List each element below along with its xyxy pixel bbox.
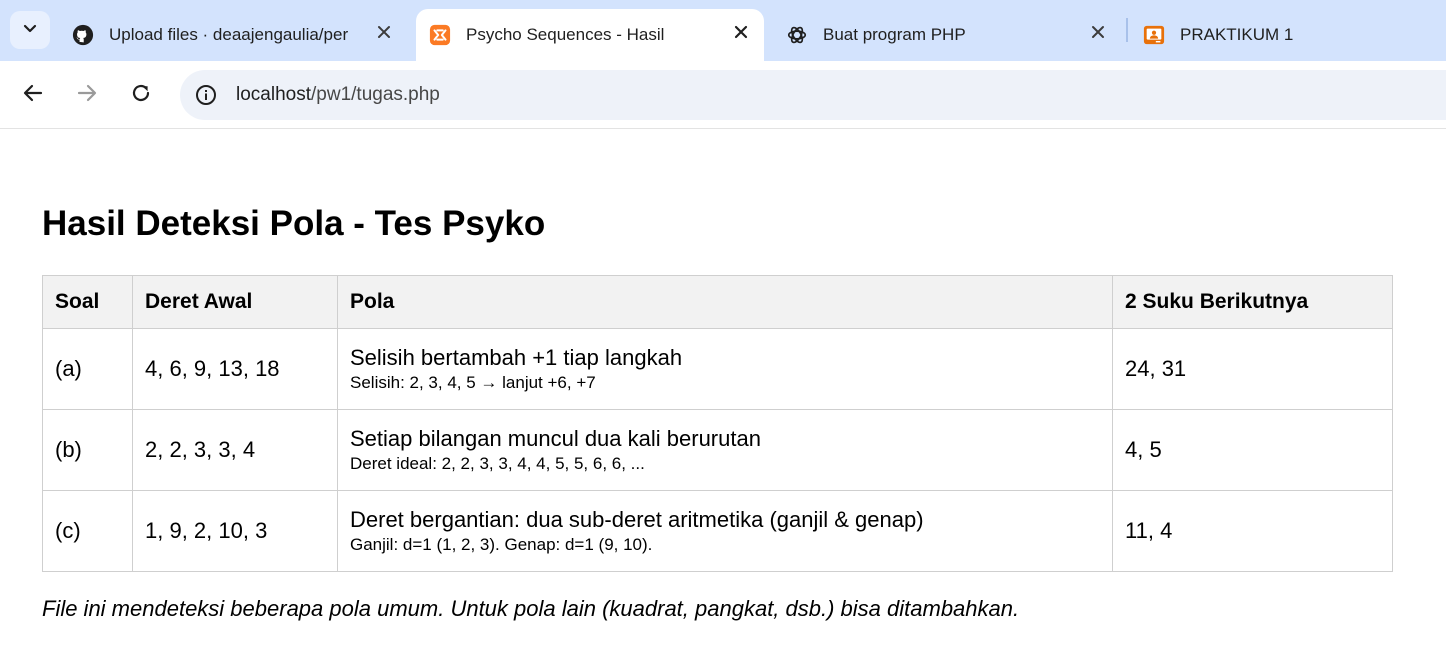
cell-pola: Setiap bilangan muncul dua kali beruruta… — [337, 409, 1113, 491]
browser-toolbar: localhost/pw1/tugas.php — [0, 61, 1446, 129]
cell-deret-awal: 2, 2, 3, 3, 4 — [132, 409, 338, 491]
column-header-suku-berikutnya: 2 Suku Berikutnya — [1112, 275, 1393, 329]
pola-description: Selisih bertambah +1 tiap langkah — [350, 344, 683, 370]
tab-psycho-sequences[interactable]: Psycho Sequences - Hasil — [416, 9, 764, 61]
tab-title: Psycho Sequences - Hasil — [466, 25, 665, 44]
pola-detail: Selisih: 2, 3, 4, 5 → lanjut +6, +7 — [350, 372, 596, 392]
pola-detail: Ganjil: d=1 (1, 2, 3). Genap: d=1 (9, 10… — [350, 534, 653, 554]
tab-separator — [1126, 18, 1128, 42]
table-row: (c) 1, 9, 2, 10, 3 Deret bergantian: dua… — [42, 490, 1393, 572]
column-header-pola: Pola — [337, 275, 1113, 329]
page-title: Hasil Deteksi Pola - Tes Psyko — [42, 204, 546, 243]
pola-description: Deret bergantian: dua sub-deret aritmeti… — [350, 506, 924, 532]
reload-icon — [130, 82, 152, 109]
url-text: localhost/pw1/tugas.php — [236, 84, 440, 106]
table-row: (a) 4, 6, 9, 13, 18 Selisih bertambah +1… — [42, 328, 1393, 410]
github-icon — [72, 24, 94, 46]
pola-detail: Deret ideal: 2, 2, 3, 3, 4, 4, 5, 5, 6, … — [350, 453, 645, 473]
cell-soal: (c) — [42, 490, 133, 572]
result-table: Soal Deret Awal Pola 2 Suku Berikutnya (… — [42, 275, 1393, 572]
cell-deret-awal: 4, 6, 9, 13, 18 — [132, 328, 338, 410]
arrow-right-icon — [76, 82, 98, 109]
tab-search-button[interactable] — [10, 11, 50, 49]
cell-suku-berikutnya: 24, 31 — [1112, 328, 1393, 410]
cell-soal: (b) — [42, 409, 133, 491]
reload-button[interactable] — [126, 80, 156, 110]
close-icon[interactable] — [730, 21, 752, 43]
url-path: /pw1/tugas.php — [311, 84, 440, 105]
cell-deret-awal: 1, 9, 2, 10, 3 — [132, 490, 338, 572]
chevron-down-icon — [23, 21, 37, 40]
site-info-icon[interactable] — [194, 83, 218, 107]
tab-strip: Upload files · deaajengaulia/per Psycho … — [0, 0, 1446, 61]
address-bar[interactable]: localhost/pw1/tugas.php — [180, 70, 1446, 120]
cell-suku-berikutnya: 11, 4 — [1112, 490, 1393, 572]
forward-button[interactable] — [72, 80, 102, 110]
tab-title: PRAKTIKUM 1 — [1180, 25, 1294, 44]
chatgpt-icon — [786, 24, 808, 46]
cell-suku-berikutnya: 4, 5 — [1112, 409, 1393, 491]
arrow-left-icon — [22, 82, 44, 109]
column-header-deret-awal: Deret Awal — [132, 275, 338, 329]
cell-soal: (a) — [42, 328, 133, 410]
page-content: Hasil Deteksi Pola - Tes Psyko Soal Dere… — [0, 130, 1446, 670]
tab-title: Upload files · deaajengaulia/per — [109, 25, 349, 44]
column-header-soal: Soal — [42, 275, 133, 329]
tab-upload-files[interactable]: Upload files · deaajengaulia/per — [70, 9, 410, 61]
tab-praktikum-1[interactable]: PRAKTIKUM 1 — [1143, 9, 1443, 61]
cell-pola: Selisih bertambah +1 tiap langkah Selisi… — [337, 328, 1113, 410]
pola-description: Setiap bilangan muncul dua kali beruruta… — [350, 425, 761, 451]
table-row: (b) 2, 2, 3, 3, 4 Setiap bilangan muncul… — [42, 409, 1393, 491]
footer-note: File ini mendeteksi beberapa pola umum. … — [42, 596, 1020, 621]
close-icon[interactable] — [1087, 21, 1109, 43]
cell-pola: Deret bergantian: dua sub-deret aritmeti… — [337, 490, 1113, 572]
table-header-row: Soal Deret Awal Pola 2 Suku Berikutnya — [42, 275, 1393, 329]
back-button[interactable] — [18, 80, 48, 110]
tab-title: Buat program PHP — [823, 25, 966, 44]
xampp-icon — [429, 24, 451, 46]
classroom-icon — [1143, 24, 1165, 46]
url-host: localhost — [236, 84, 311, 105]
close-icon[interactable] — [373, 21, 395, 43]
tab-buat-program-php[interactable]: Buat program PHP — [786, 9, 1116, 61]
